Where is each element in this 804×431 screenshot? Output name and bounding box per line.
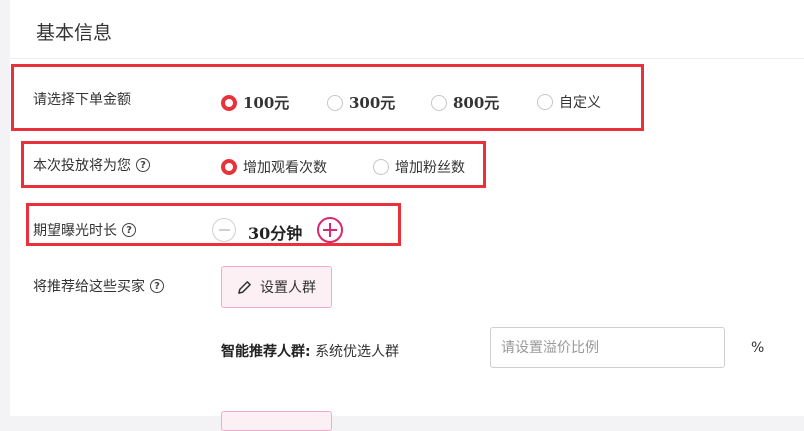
radio-unselected-icon <box>431 94 447 111</box>
amount-option-300[interactable]: 300元 <box>327 92 395 113</box>
percent-unit: % <box>751 340 765 356</box>
audience-label-text: 将推荐给这些买家 <box>33 279 145 295</box>
goal-option-label: 增加粉丝数 <box>395 160 465 176</box>
question-circle-icon[interactable]: ? <box>122 223 136 237</box>
section-divider <box>10 58 804 59</box>
smart-audience-value: 系统优选人群 <box>315 344 400 360</box>
goal-option-label: 增加观看次数 <box>243 160 327 176</box>
amount-option-custom[interactable]: 自定义 <box>537 92 601 112</box>
amount-option-label: 100元 <box>243 94 290 112</box>
premium-ratio-input[interactable] <box>490 327 725 368</box>
radio-selected-icon <box>221 94 237 111</box>
amount-option-label: 自定义 <box>559 95 601 111</box>
amount-option-100[interactable]: 100元 <box>221 92 289 113</box>
duration-decrease-button[interactable] <box>212 218 236 242</box>
set-audience-label: 设置人群 <box>260 280 316 296</box>
smart-audience-label: 智能推荐人群: <box>221 344 311 360</box>
goal-label-text: 本次投放将为您 <box>33 158 131 174</box>
radio-unselected-icon <box>537 94 553 110</box>
duration-value: 30分钟 <box>248 224 303 243</box>
amount-option-label: 800元 <box>453 94 500 112</box>
partial-button[interactable] <box>221 411 332 431</box>
goal-option-views[interactable]: 增加观看次数 <box>221 157 327 177</box>
set-audience-button[interactable]: 设置人群 <box>221 266 332 308</box>
duration-label-text: 期望曝光时长 <box>33 223 117 239</box>
radio-unselected-icon <box>373 159 389 175</box>
minus-icon <box>218 229 230 231</box>
audience-label: 将推荐给这些买家 ? <box>33 276 164 296</box>
radio-selected-icon <box>221 159 237 175</box>
amount-option-800[interactable]: 800元 <box>431 92 499 113</box>
duration-label: 期望曝光时长 ? <box>33 220 136 240</box>
amount-label: 请选择下单金额 <box>33 92 131 108</box>
amount-option-label: 300元 <box>349 94 396 112</box>
goal-label: 本次投放将为您 ? <box>33 155 150 175</box>
question-circle-icon[interactable]: ? <box>136 158 150 172</box>
goal-option-fans[interactable]: 增加粉丝数 <box>373 157 465 177</box>
radio-unselected-icon <box>327 94 343 111</box>
section-title: 基本信息 <box>36 22 113 44</box>
pencil-icon <box>238 280 251 294</box>
smart-audience-line: 智能推荐人群: 系统优选人群 <box>221 341 399 361</box>
question-circle-icon[interactable]: ? <box>150 279 164 293</box>
duration-increase-button[interactable] <box>317 217 343 243</box>
